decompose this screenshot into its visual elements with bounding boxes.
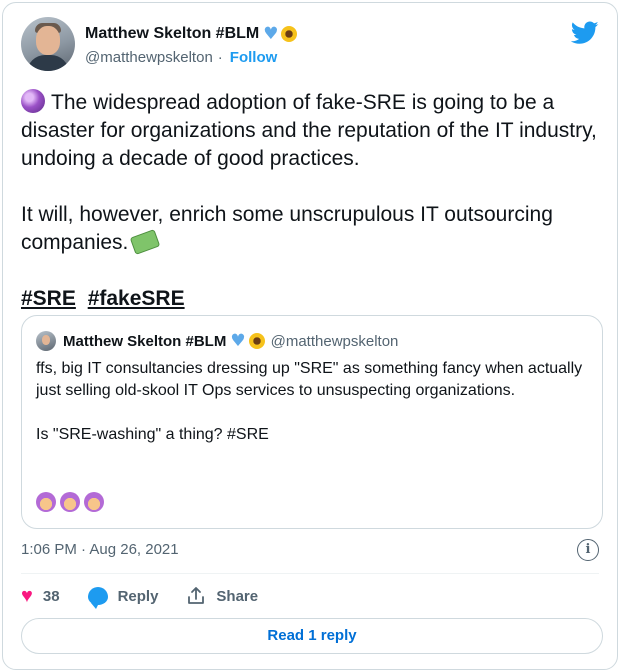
author-info: Matthew Skelton #BLM ♥ @matthewpskelton … bbox=[85, 23, 298, 66]
sunflower-icon bbox=[281, 26, 298, 42]
tweet-actions: ♥ 38 Reply Share bbox=[21, 583, 286, 609]
tweet-card: Matthew Skelton #BLM ♥ @matthewpskelton … bbox=[2, 2, 618, 670]
share-button[interactable]: Share bbox=[186, 586, 258, 606]
facepalm-icon bbox=[60, 492, 80, 512]
blue-heart-icon: ♥ bbox=[263, 24, 279, 44]
tweet-paragraph-2: It will, however, enrich some unscrupulo… bbox=[21, 203, 553, 254]
reply-label: Reply bbox=[117, 587, 159, 605]
hashtags: #SRE #fakeSRE bbox=[21, 285, 606, 313]
facepalm-icon bbox=[84, 492, 104, 512]
quoted-author-name: Matthew Skelton #BLM bbox=[63, 332, 227, 350]
crystal-ball-icon bbox=[21, 89, 45, 113]
info-icon[interactable]: i bbox=[577, 539, 599, 561]
read-replies-button[interactable]: Read 1 reply bbox=[21, 618, 603, 654]
avatar-shirt bbox=[27, 55, 69, 71]
share-icon bbox=[188, 587, 205, 604]
divider bbox=[21, 573, 599, 574]
like-count: 38 bbox=[42, 587, 60, 605]
quoted-paragraph-2: Is "SRE-washing" a thing? #SRE bbox=[36, 426, 269, 443]
handle-separator: · bbox=[217, 49, 223, 66]
tweet-timestamp[interactable]: 1:06 PM · Aug 26, 2021 bbox=[21, 541, 179, 558]
author-avatar[interactable] bbox=[21, 17, 75, 71]
author-handle[interactable]: @matthewpskelton bbox=[85, 49, 213, 66]
sunflower-icon bbox=[248, 333, 265, 349]
quoted-tweet[interactable]: Matthew Skelton #BLM ♥ @matthewpskelton … bbox=[21, 315, 603, 529]
speech-bubble-icon bbox=[87, 587, 108, 609]
like-button[interactable]: ♥ 38 bbox=[21, 585, 60, 608]
hashtag-sre[interactable]: #SRE bbox=[21, 287, 76, 310]
facepalm-icon bbox=[36, 492, 56, 512]
follow-button[interactable]: Follow bbox=[230, 49, 278, 66]
quoted-tweet-body: ffs, big IT consultancies dressing up "S… bbox=[36, 358, 588, 468]
tweet-body: The widespread adoption of fake-SRE is g… bbox=[21, 89, 606, 341]
twitter-bird-icon[interactable] bbox=[571, 21, 599, 45]
quoted-author-avatar bbox=[36, 331, 56, 351]
money-with-wings-icon bbox=[130, 229, 161, 255]
quoted-paragraph-1: ffs, big IT consultancies dressing up "S… bbox=[36, 360, 583, 399]
quoted-author-handle: @matthewpskelton bbox=[270, 332, 399, 350]
author-name[interactable]: Matthew Skelton #BLM bbox=[85, 25, 259, 43]
blue-heart-icon: ♥ bbox=[230, 331, 246, 351]
avatar-face bbox=[36, 26, 60, 55]
facepalm-emojis bbox=[36, 492, 104, 512]
reply-button[interactable]: Reply bbox=[87, 587, 159, 609]
tweet-header: Matthew Skelton #BLM ♥ @matthewpskelton … bbox=[21, 17, 599, 77]
hashtag-fakesre[interactable]: #fakeSRE bbox=[88, 287, 185, 310]
tweet-paragraph-1: The widespread adoption of fake-SRE is g… bbox=[21, 91, 597, 170]
heart-icon: ♥ bbox=[21, 584, 33, 607]
quoted-tweet-header: Matthew Skelton #BLM ♥ @matthewpskelton bbox=[36, 330, 398, 352]
share-label: Share bbox=[216, 587, 259, 605]
